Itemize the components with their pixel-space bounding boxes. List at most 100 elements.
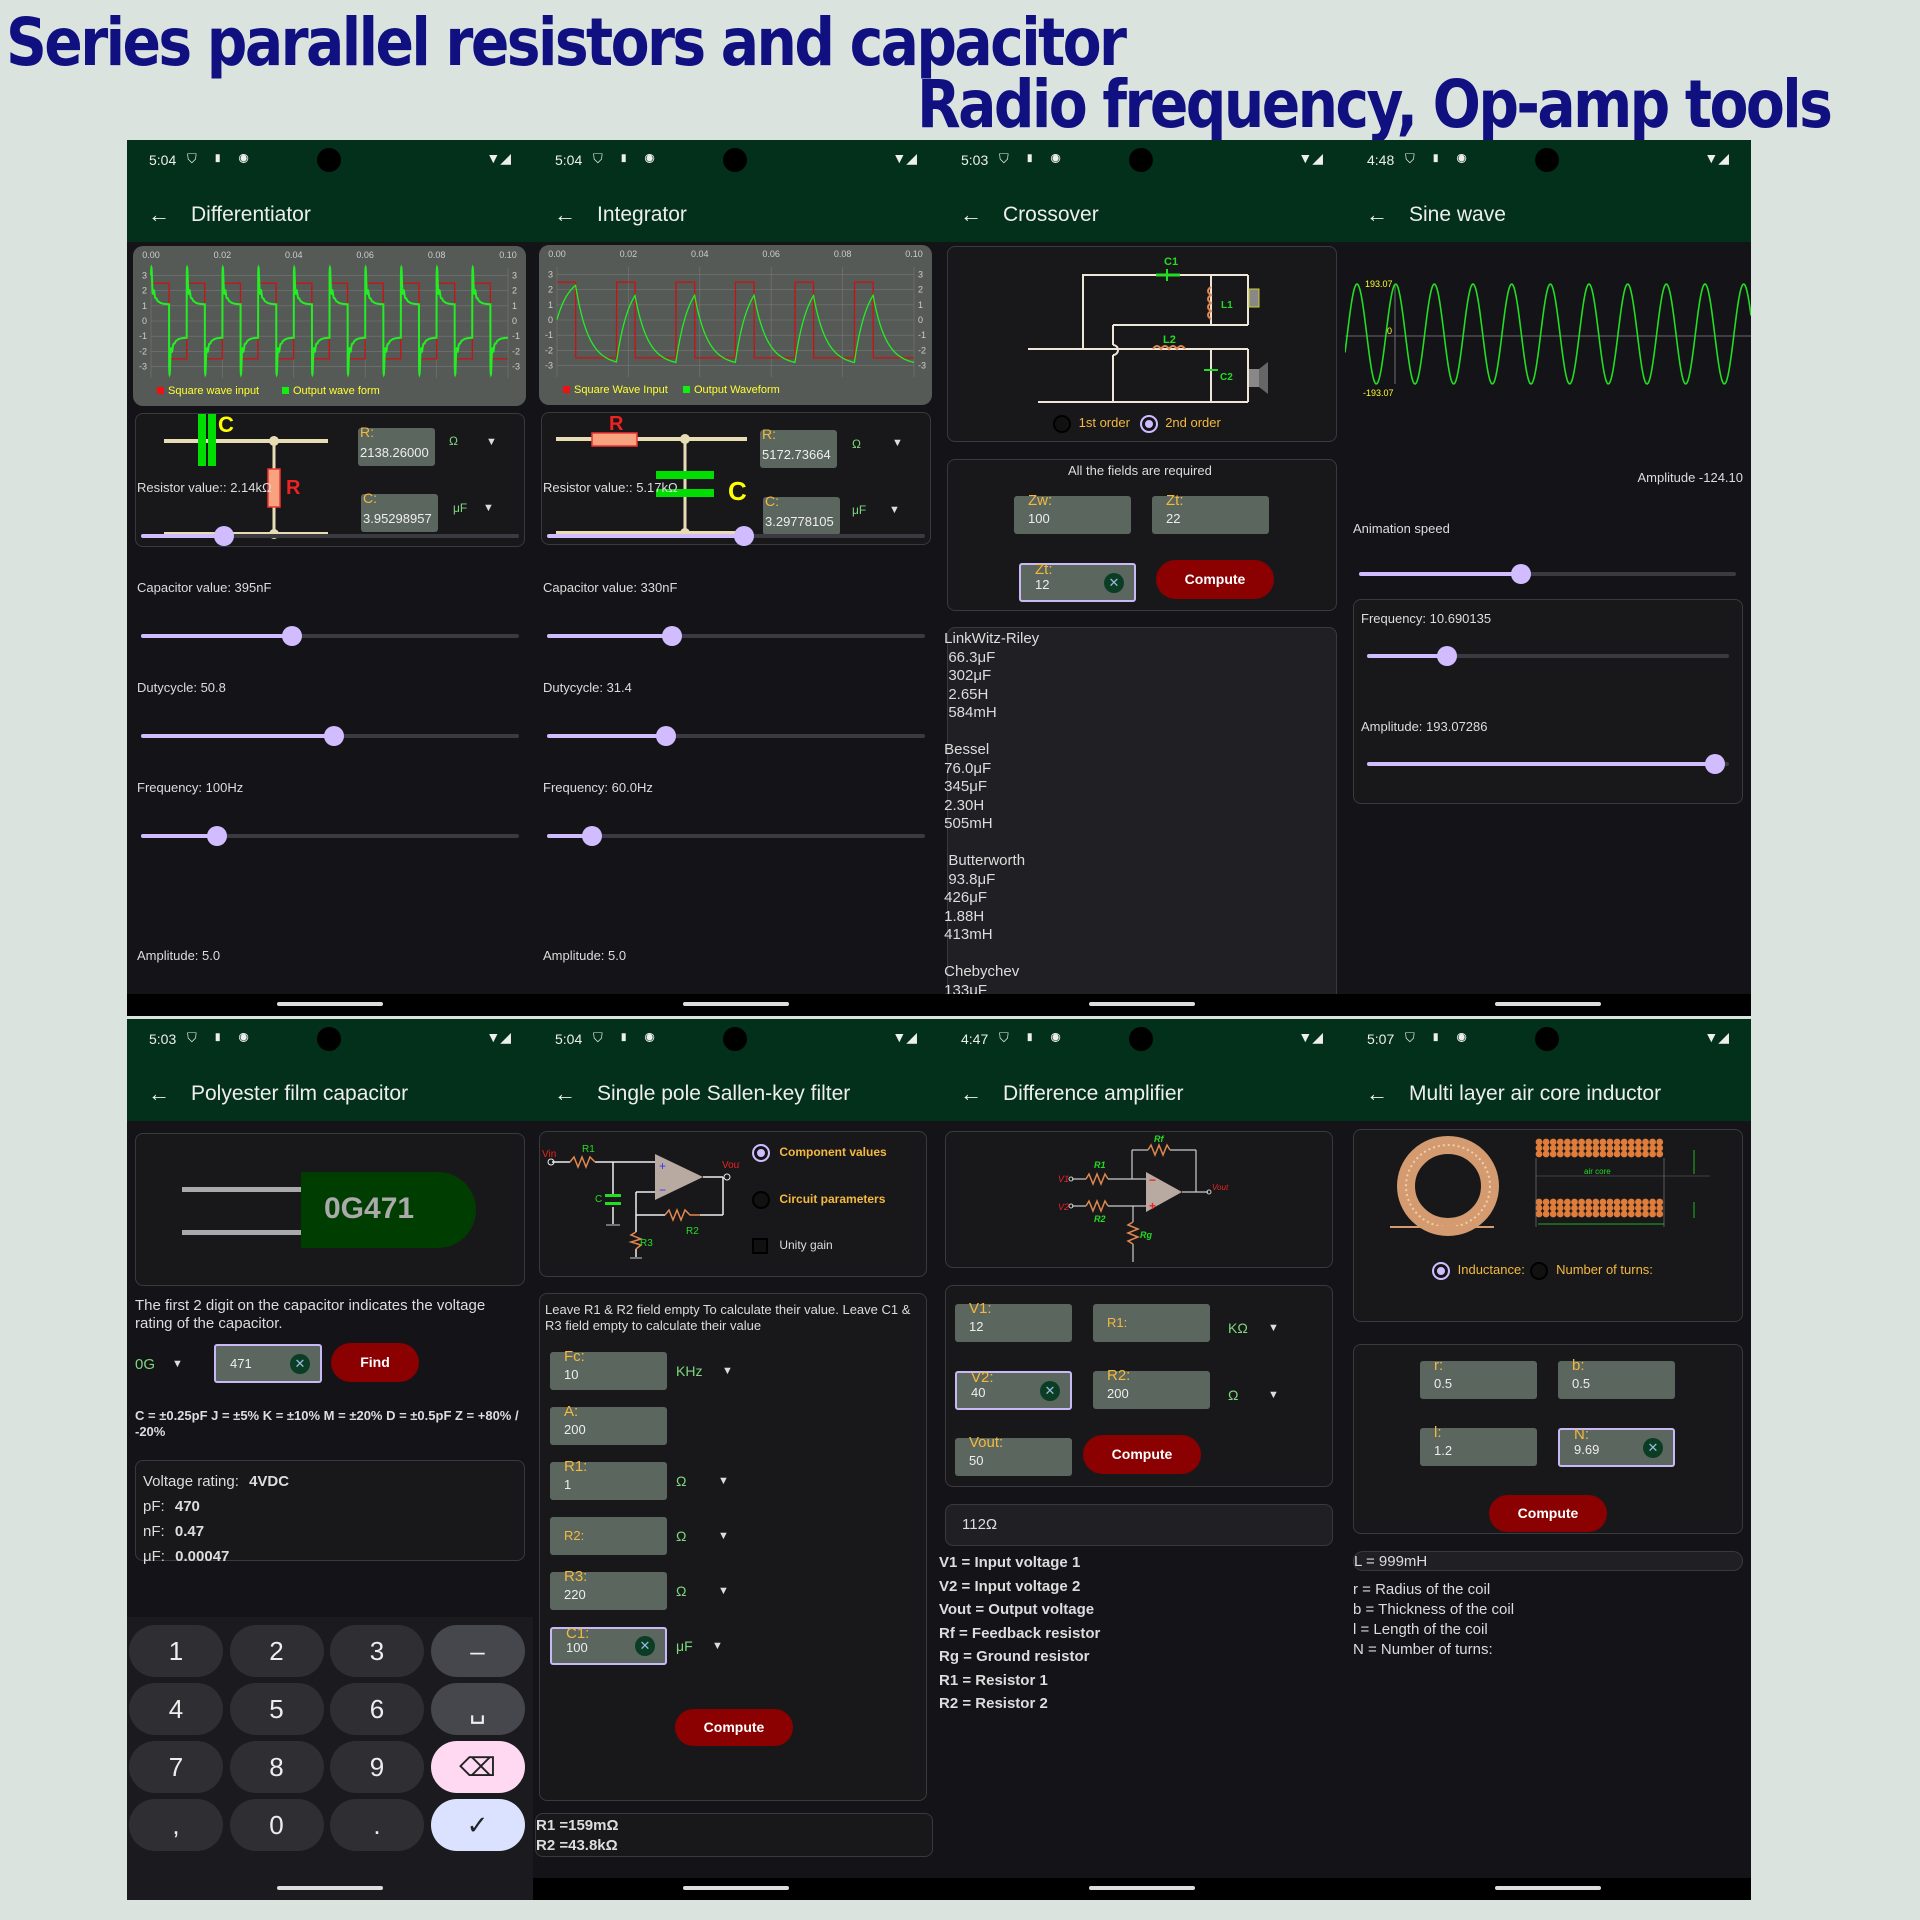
unit-dropdown-icon[interactable]: ▼: [722, 1365, 733, 1377]
field-r1[interactable]: R1: 1: [550, 1458, 667, 1500]
v1-field[interactable]: V1: 12: [955, 1300, 1072, 1342]
back-arrow-icon[interactable]: ←: [939, 1081, 1003, 1107]
field-a[interactable]: A: 200: [550, 1403, 667, 1445]
compute-button[interactable]: Compute: [1489, 1495, 1607, 1532]
key-space[interactable]: ␣: [430, 1683, 525, 1735]
back-arrow-icon[interactable]: ←: [939, 202, 1003, 228]
key-4[interactable]: 4: [129, 1683, 223, 1735]
back-arrow-icon[interactable]: ←: [533, 1081, 597, 1107]
radio-2nd-order[interactable]: [1139, 415, 1158, 433]
field-r3[interactable]: R3: 220: [550, 1568, 667, 1610]
slider-thumb[interactable]: [655, 726, 676, 746]
compute-button[interactable]: Compute: [1156, 560, 1274, 599]
key-minus[interactable]: –: [430, 1625, 525, 1677]
clear-input-icon[interactable]: ✕: [1643, 1437, 1663, 1458]
r2-unit-dropdown-icon[interactable]: ▼: [1268, 1389, 1279, 1401]
slider-thumb[interactable]: [214, 526, 235, 546]
frequency-slider[interactable]: [1367, 646, 1729, 666]
unity-gain-option[interactable]: Unity gain: [752, 1238, 833, 1254]
slider-thumb[interactable]: [323, 726, 344, 746]
key-done[interactable]: ✓: [430, 1799, 525, 1851]
value-slider[interactable]: [141, 626, 519, 646]
clear-input-icon[interactable]: ✕: [635, 1636, 655, 1656]
key-6[interactable]: 6: [330, 1683, 424, 1735]
c-unit-dropdown-icon[interactable]: ▼: [483, 502, 494, 514]
key-7[interactable]: 7: [129, 1741, 223, 1793]
key-3[interactable]: 3: [330, 1625, 424, 1677]
compute-button[interactable]: Compute: [1083, 1435, 1201, 1474]
slider-thumb[interactable]: [1704, 754, 1725, 774]
radio-1st-order[interactable]: [1053, 415, 1071, 433]
vout-field[interactable]: Vout: 50: [955, 1434, 1072, 1476]
zt-field-2[interactable]: Zt: 12 ✕: [1019, 561, 1136, 602]
unit-dropdown-icon[interactable]: ▼: [718, 1585, 729, 1597]
key-comma[interactable]: ,: [129, 1799, 223, 1851]
clear-input-icon[interactable]: ✕: [1040, 1380, 1060, 1401]
r-field[interactable]: r: 0.5: [1420, 1357, 1537, 1399]
zw-field[interactable]: Zw: 100: [1014, 492, 1131, 534]
l-field[interactable]: l: 1.2: [1420, 1424, 1537, 1466]
clear-input-icon[interactable]: ✕: [290, 1353, 310, 1374]
compute-button[interactable]: Compute: [675, 1709, 793, 1746]
back-arrow-icon[interactable]: ←: [127, 1081, 191, 1107]
find-button[interactable]: Find: [331, 1343, 419, 1382]
unity-gain-checkbox[interactable]: [752, 1238, 768, 1254]
key-backspace[interactable]: ⌫: [430, 1741, 525, 1793]
key-5[interactable]: 5: [229, 1683, 324, 1735]
field-c1[interactable]: C1: 100 ✕: [550, 1625, 667, 1665]
value-slider[interactable]: [547, 726, 925, 746]
code-input[interactable]: 471 ✕: [214, 1344, 322, 1383]
slider-thumb[interactable]: [661, 626, 682, 646]
radio-component-values[interactable]: [752, 1144, 770, 1162]
slider-thumb[interactable]: [206, 826, 227, 846]
r1-unit-dropdown-icon[interactable]: ▼: [1268, 1322, 1279, 1334]
key-9[interactable]: 9: [330, 1741, 424, 1793]
zt-field-1[interactable]: Zt: 22: [1152, 492, 1269, 534]
radio-circuit-parameters[interactable]: [752, 1191, 770, 1209]
field-fc[interactable]: Fc: 10: [550, 1348, 667, 1390]
c-unit-dropdown-icon[interactable]: ▼: [889, 504, 900, 516]
slider-thumb[interactable]: [282, 626, 303, 646]
mode-option-circuit-parameters[interactable]: Circuit parameters: [752, 1191, 885, 1209]
back-arrow-icon[interactable]: ←: [1345, 1081, 1409, 1107]
value-slider[interactable]: [547, 526, 925, 546]
b-field[interactable]: b: 0.5: [1558, 1357, 1675, 1399]
field-r2[interactable]: R2:: [550, 1517, 667, 1555]
r-unit-dropdown-icon[interactable]: ▼: [892, 437, 903, 449]
v2-field[interactable]: V2: 40 ✕: [955, 1369, 1072, 1410]
unit-dropdown-icon[interactable]: ▼: [712, 1640, 723, 1652]
unit-dropdown-icon[interactable]: ▼: [718, 1530, 729, 1542]
slider-thumb[interactable]: [733, 526, 754, 546]
key-1[interactable]: 1: [129, 1625, 223, 1677]
animation-speed-slider[interactable]: [1359, 564, 1736, 584]
slider-thumb[interactable]: [1436, 646, 1457, 666]
back-arrow-icon[interactable]: ←: [533, 202, 597, 228]
key-0[interactable]: 0: [229, 1799, 324, 1851]
value-slider[interactable]: [141, 826, 519, 846]
value-slider[interactable]: [141, 726, 519, 746]
value-slider[interactable]: [141, 526, 519, 546]
amplitude-slider[interactable]: [1367, 754, 1729, 774]
radio-number-of-turns[interactable]: [1530, 1262, 1549, 1280]
r-unit-dropdown-icon[interactable]: ▼: [486, 436, 497, 448]
r-field[interactable]: R: 5172.73664: [760, 426, 837, 468]
key-period[interactable]: .: [330, 1799, 424, 1851]
n-field[interactable]: N: 9.69 ✕: [1558, 1426, 1675, 1467]
key-2[interactable]: 2: [229, 1625, 324, 1677]
r2-field[interactable]: R2: 200: [1093, 1367, 1210, 1409]
radio-inductance[interactable]: [1432, 1262, 1450, 1280]
clear-input-icon[interactable]: ✕: [1104, 572, 1124, 593]
r1-field[interactable]: R1:: [1093, 1304, 1210, 1342]
slider-thumb[interactable]: [582, 826, 603, 846]
value-slider[interactable]: [547, 626, 925, 646]
back-arrow-icon[interactable]: ←: [1345, 202, 1409, 228]
unit-dropdown-icon[interactable]: ▼: [718, 1475, 729, 1487]
voltage-code-select[interactable]: 0G: [135, 1356, 155, 1373]
back-arrow-icon[interactable]: ←: [127, 202, 191, 228]
key-8[interactable]: 8: [229, 1741, 324, 1793]
r-field[interactable]: R: 2138.26000: [358, 424, 435, 466]
mode-option-component-values[interactable]: Component values: [752, 1144, 887, 1162]
slider-thumb[interactable]: [1511, 564, 1532, 584]
voltage-code-dropdown-icon[interactable]: ▼: [172, 1358, 183, 1370]
value-slider[interactable]: [547, 826, 925, 846]
